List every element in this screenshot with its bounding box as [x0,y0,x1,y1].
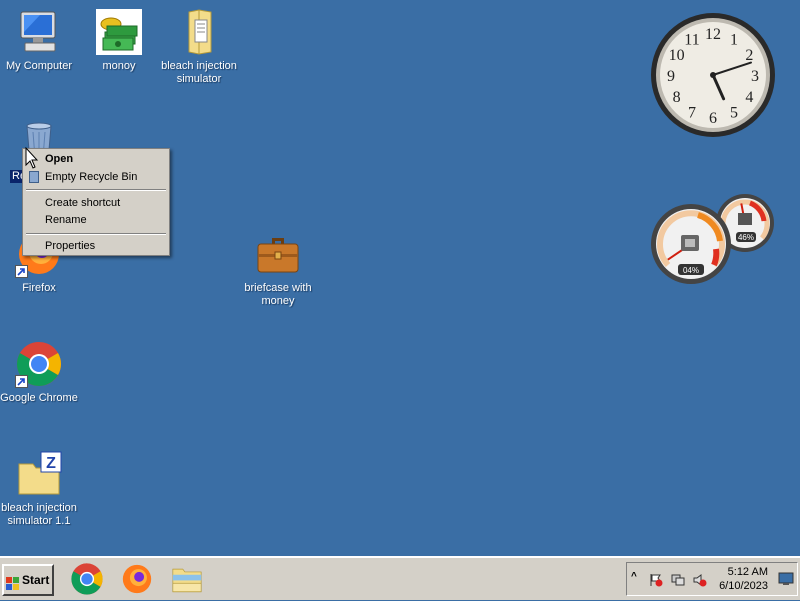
clock-numeral: 4 [745,89,753,106]
desktop-icon-label: monoy [102,60,136,72]
cpu-percent: 04% [683,266,699,275]
svg-text:Z: Z [46,455,56,472]
taskbar-firefox-button[interactable] [120,562,154,596]
network-icon[interactable] [671,573,685,587]
mouse-cursor-icon [25,146,39,169]
menu-separator [26,189,166,191]
taskbar-file-explorer-button[interactable] [170,562,204,596]
file-explorer-icon [172,568,202,593]
clock-numeral: 1 [730,32,738,49]
desktop-icon-label: Firefox [22,282,56,294]
recycle-bin-small-icon [29,171,39,183]
start-label: Start [22,573,50,587]
menu-item-create-shortcut[interactable]: Create shortcut [25,194,167,212]
menu-item-properties[interactable]: Properties [25,237,167,255]
clock-numeral: 7 [688,104,696,121]
desktop-icon-label: briefcase with money [244,282,312,307]
taskbar-chrome-button[interactable] [70,562,104,596]
tray-clock-time[interactable]: 5:12 AM [708,566,768,578]
chrome-icon [71,563,103,595]
chrome-icon [15,340,63,388]
memory-percent: 46% [738,233,754,242]
clock-gadget[interactable]: 12 1 2 3 4 5 6 7 8 9 10 11 [650,12,776,138]
shortcut-arrow-icon [15,265,28,278]
volume-muted-icon[interactable] [693,573,707,587]
menu-item-rename[interactable]: Rename [25,211,167,229]
desktop-icon-briefcase[interactable]: briefcase with money [236,230,320,308]
firefox-icon [122,564,152,594]
folder-icon [175,8,223,56]
menu-item-open[interactable]: Open [25,150,167,168]
clock-numeral: 8 [673,89,681,106]
desktop-icon-bleach-injection-simulator[interactable]: bleach injection simulator [157,8,241,86]
clock-numeral: 11 [684,32,699,49]
zip-folder-icon: Z [15,450,63,498]
clock-numeral: 6 [709,110,717,127]
start-button[interactable]: Start [2,564,54,596]
desktop-icon-label: Google Chrome [0,392,78,404]
clock-numeral: 12 [705,26,721,43]
menu-item-empty-recycle-bin[interactable]: Empty Recycle Bin [25,168,167,186]
desktop-icon-google-chrome[interactable]: Google Chrome [0,340,81,405]
tray-clock-date[interactable]: 6/10/2023 [708,580,768,592]
menu-separator [26,233,166,235]
desktop-icon-label: bleach injection simulator [161,60,237,85]
shortcut-arrow-icon [15,375,28,388]
clock-numeral: 2 [745,47,753,64]
desktop-icon-label: bleach injection simulator 1.1 [1,502,77,527]
money-icon [95,8,143,56]
context-menu: Open Empty Recycle Bin Create shortcut R… [22,148,170,256]
desktop-icon-label: My Computer [5,60,73,72]
menu-item-label: Empty Recycle Bin [45,171,138,183]
desktop-icon-monoy[interactable]: monoy [77,8,161,73]
windows-flag-icon [6,573,20,590]
my-computer-icon [15,8,63,56]
clock-numeral: 10 [669,47,685,64]
clock-numeral: 3 [751,68,759,85]
clock-numeral: 5 [730,104,738,121]
clock-numeral: 9 [667,68,675,85]
taskbar: Start ^ 5:12 AM 6/10/2023 [0,556,800,600]
briefcase-icon [254,230,302,278]
system-tray: ^ 5:12 AM 6/10/2023 [626,562,798,596]
show-hidden-icons-button[interactable]: ^ [631,571,645,585]
show-desktop-button[interactable] [778,572,794,586]
desktop-icon-my-computer[interactable]: My Computer [0,8,81,73]
action-center-flag-icon[interactable] [649,573,663,587]
desktop-icon-bleach-injection-simulator-1-1[interactable]: Z bleach injection simulator 1.1 [0,450,81,528]
cpu-meter-gadget[interactable]: 46% 04% [650,193,776,285]
